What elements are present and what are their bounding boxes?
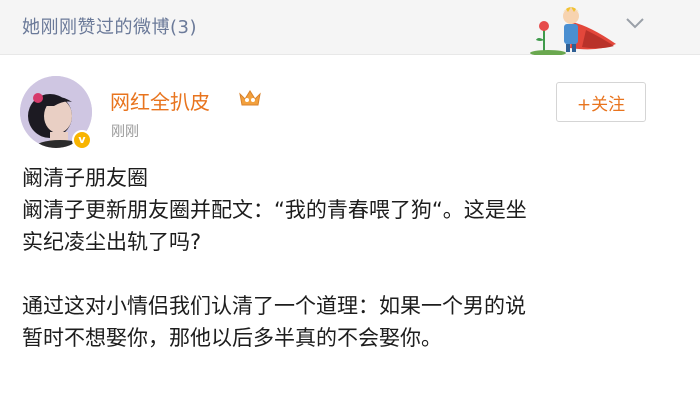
section-title: 她刚刚赞过的微博(3) bbox=[22, 17, 197, 38]
little-prince-illustration bbox=[530, 7, 616, 55]
post-line: 阚清子朋友圈 bbox=[22, 166, 148, 190]
vip-crown-icon bbox=[239, 90, 261, 106]
post-line: 通过这对小情侣我们认清了一个道理：如果一个男的说 bbox=[22, 294, 526, 318]
verified-badge-icon: v bbox=[72, 130, 92, 150]
author-name[interactable]: 网红全扒皮 bbox=[110, 86, 210, 115]
post-line: 阚清子更新朋友圈并配文：“我的青春喂了狗“。这是坐 bbox=[22, 198, 527, 222]
post-line: 实纪凌尘出轨了吗? bbox=[22, 230, 202, 254]
post-line: 暂时不想娶你，那他以后多半真的不会娶你。 bbox=[22, 326, 442, 350]
liked-posts-header: 她刚刚赞过的微博(3) bbox=[0, 0, 700, 55]
avatar-wrapper: v bbox=[20, 76, 92, 150]
weibo-post-card: v 网红全扒皮 刚刚 +关注 阚清子朋友圈 阚清子更新朋友圈并配文：“我的青春喂… bbox=[0, 56, 700, 413]
post-text: 阚清子朋友圈 阚清子更新朋友圈并配文：“我的青春喂了狗“。这是坐 实纪凌尘出轨了… bbox=[22, 162, 662, 354]
follow-button[interactable]: +关注 bbox=[556, 82, 646, 122]
chevron-down-icon[interactable] bbox=[624, 12, 646, 34]
post-time: 刚刚 bbox=[111, 124, 139, 140]
